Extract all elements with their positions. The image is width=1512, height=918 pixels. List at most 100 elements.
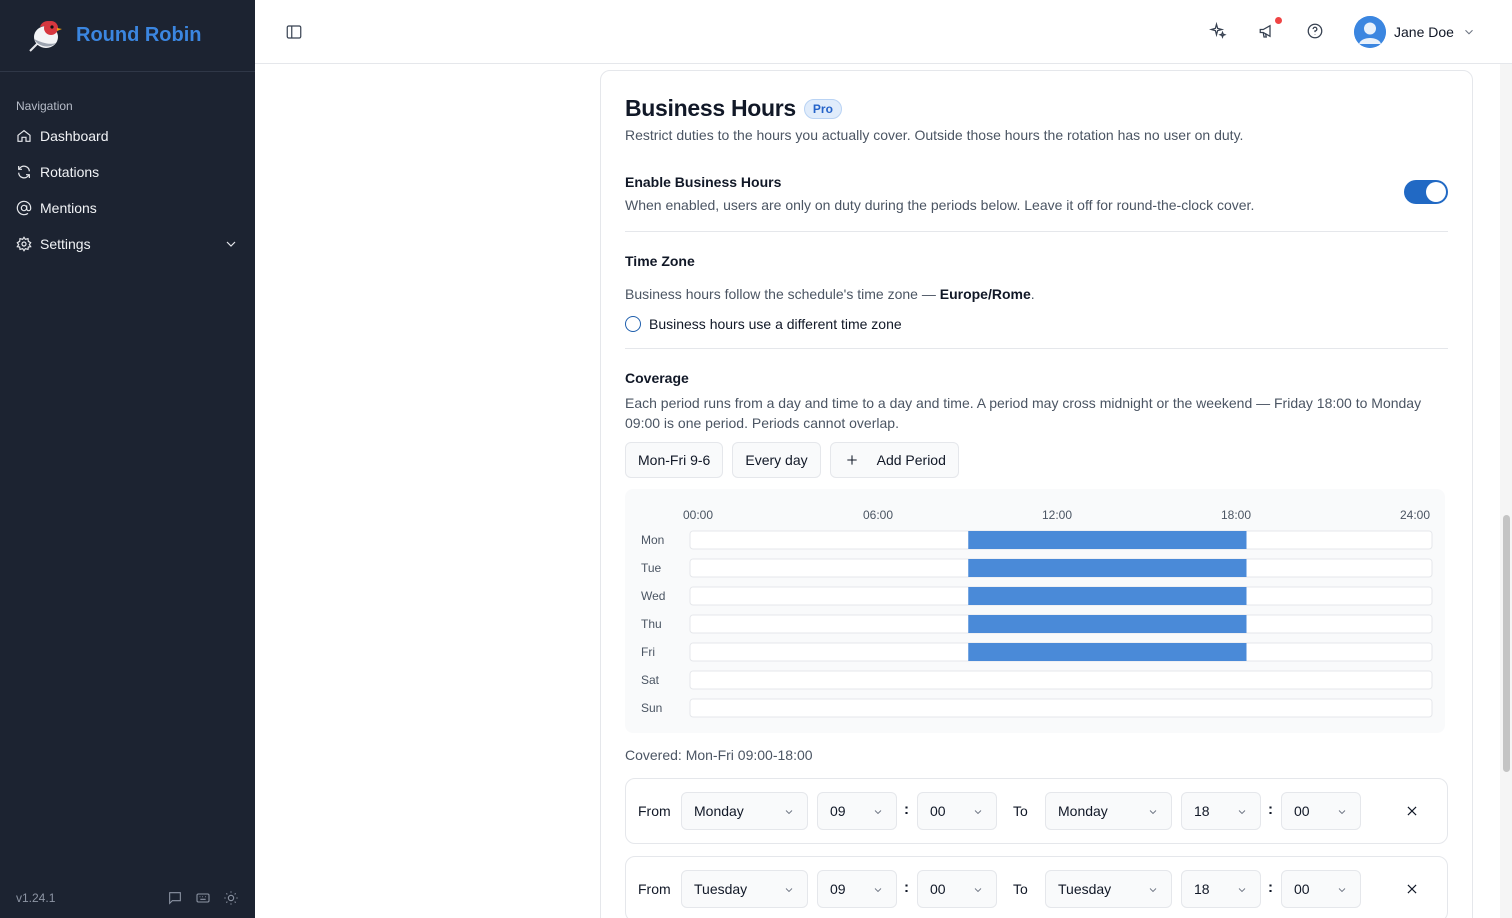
pro-badge: Pro	[803, 98, 842, 119]
select-value: Monday	[1058, 803, 1108, 819]
select-value: 18	[1194, 803, 1210, 819]
chevron-down-icon	[1338, 888, 1346, 893]
day-label: Sun	[641, 701, 662, 715]
sidebar-item-label: Mentions	[40, 200, 97, 216]
to-minute-select[interactable]: 00	[1281, 870, 1361, 908]
sidebar-item-label: Dashboard	[40, 128, 109, 144]
sidebar-item-dashboard[interactable]: Dashboard	[0, 118, 255, 154]
to-hour-select[interactable]: 18	[1181, 870, 1261, 908]
chevron-down-icon	[1149, 888, 1157, 893]
chevron-down-icon	[1238, 810, 1246, 815]
help-button[interactable]	[1306, 22, 1326, 42]
time-separator: :	[1268, 879, 1273, 896]
timezone-value: Europe/Rome	[939, 286, 1031, 302]
keyboard-icon[interactable]	[195, 890, 211, 906]
coverage-description-line2: 09:00 is one period. Periods cannot over…	[625, 415, 899, 431]
refresh-icon	[18, 165, 30, 179]
topbar: Jane Doe	[255, 0, 1512, 64]
from-minute-select[interactable]: 00	[917, 870, 997, 908]
day-track	[689, 698, 1433, 718]
divider	[625, 231, 1448, 232]
page-subtitle: Restrict duties to the hours you actuall…	[625, 127, 1244, 143]
chevron-down-icon	[974, 810, 982, 815]
notification-dot	[1275, 17, 1282, 24]
sparkles-icon	[1208, 21, 1227, 39]
sidebar-item-label: Settings	[40, 236, 91, 252]
to-minute-select[interactable]: 00	[1281, 792, 1361, 830]
day-track	[689, 670, 1433, 690]
page-scrollbar[interactable]	[1500, 64, 1512, 918]
preset-weekdays-button[interactable]: Mon-Fri 9-6	[625, 442, 724, 478]
chevron-down-icon	[874, 888, 882, 893]
radio-circle	[625, 316, 641, 332]
coverage-bar	[968, 531, 1247, 549]
chevron-down-icon	[785, 810, 793, 815]
sidebar-toggle-button[interactable]	[285, 23, 303, 41]
from-label: From	[638, 881, 671, 897]
day-label: Wed	[641, 589, 665, 603]
day-label: Thu	[641, 617, 662, 631]
x-tick-label: 00:00	[683, 508, 713, 522]
page-title: Business Hours	[625, 95, 796, 121]
message-icon[interactable]	[167, 890, 183, 906]
sidebar: Round Robin Navigation Dashboard Rotatio…	[0, 0, 255, 918]
from-label: From	[638, 803, 671, 819]
announcements-button[interactable]	[1258, 17, 1282, 42]
scrollbar-thumb[interactable]	[1503, 515, 1510, 772]
sun-icon[interactable]	[223, 890, 239, 906]
sidebar-item-mentions[interactable]: Mentions	[0, 190, 255, 226]
user-menu[interactable]: Jane Doe	[1354, 15, 1476, 49]
from-hour-select[interactable]: 09	[817, 792, 897, 830]
toggle-knob	[1426, 182, 1446, 202]
preset-every-day-button[interactable]: Every day	[732, 442, 821, 478]
sidebar-panel-icon	[286, 25, 302, 39]
add-period-button[interactable]: Add Period	[829, 442, 959, 478]
plus-icon	[846, 455, 857, 465]
to-day-select[interactable]: Tuesday	[1045, 870, 1172, 908]
chevron-down-icon	[1465, 29, 1473, 35]
user-name: Jane Doe	[1394, 24, 1454, 40]
timezone-suffix: .	[1030, 286, 1035, 302]
bird-logo-icon	[29, 20, 62, 52]
add-period-label: Add Period	[876, 452, 946, 468]
coverage-bar	[968, 559, 1247, 577]
day-label: Tue	[641, 561, 662, 575]
to-day-select[interactable]: Monday	[1045, 792, 1172, 830]
chevron-down-icon	[226, 241, 236, 247]
day-label: Mon	[641, 533, 664, 547]
timezone-text: Business hours follow the schedule's tim…	[625, 286, 940, 302]
period-row: From Monday 09 : 00 To Monday 18 : 00	[625, 778, 1448, 844]
from-day-select[interactable]: Monday	[681, 792, 808, 830]
to-hour-select[interactable]: 18	[1181, 792, 1261, 830]
coverage-bar	[968, 615, 1247, 633]
from-hour-select[interactable]: 09	[817, 870, 897, 908]
select-value: Monday	[694, 803, 744, 819]
ai-assistant-button[interactable]	[1208, 21, 1229, 42]
enable-business-hours-toggle[interactable]	[1404, 180, 1448, 204]
avatar	[1354, 16, 1386, 48]
remove-period-button[interactable]	[1405, 804, 1419, 818]
version-label: v1.24.1	[16, 891, 56, 905]
from-minute-select[interactable]: 00	[917, 792, 997, 830]
sidebar-footer: v1.24.1	[0, 878, 255, 918]
period-row: From Tuesday 09 : 00 To Tuesday 18 : 00	[625, 856, 1448, 918]
coverage-chart: 00:00 06:00 12:00 18:00 24:00 Mon Tue Wed Thu Fri…	[625, 489, 1445, 733]
timezone-label: Time Zone	[625, 253, 695, 269]
day-label: Sat	[641, 673, 660, 687]
megaphone-icon	[1259, 24, 1271, 38]
remove-period-button[interactable]	[1405, 882, 1419, 896]
select-value: 00	[930, 803, 946, 819]
coverage-bar	[968, 587, 1247, 605]
time-separator: :	[904, 801, 909, 818]
x-tick-label: 12:00	[1042, 508, 1072, 522]
time-separator: :	[1268, 801, 1273, 818]
sidebar-item-rotations[interactable]: Rotations	[0, 154, 255, 190]
from-day-select[interactable]: Tuesday	[681, 870, 808, 908]
select-value: Tuesday	[1058, 881, 1112, 897]
divider	[625, 348, 1448, 349]
covered-summary: Covered: Mon-Fri 09:00-18:00	[625, 747, 813, 763]
brand[interactable]: Round Robin	[0, 0, 255, 72]
sidebar-item-settings[interactable]: Settings	[0, 226, 255, 262]
different-timezone-radio[interactable]: Business hours use a different time zone	[625, 316, 902, 332]
gear-icon	[16, 236, 32, 252]
